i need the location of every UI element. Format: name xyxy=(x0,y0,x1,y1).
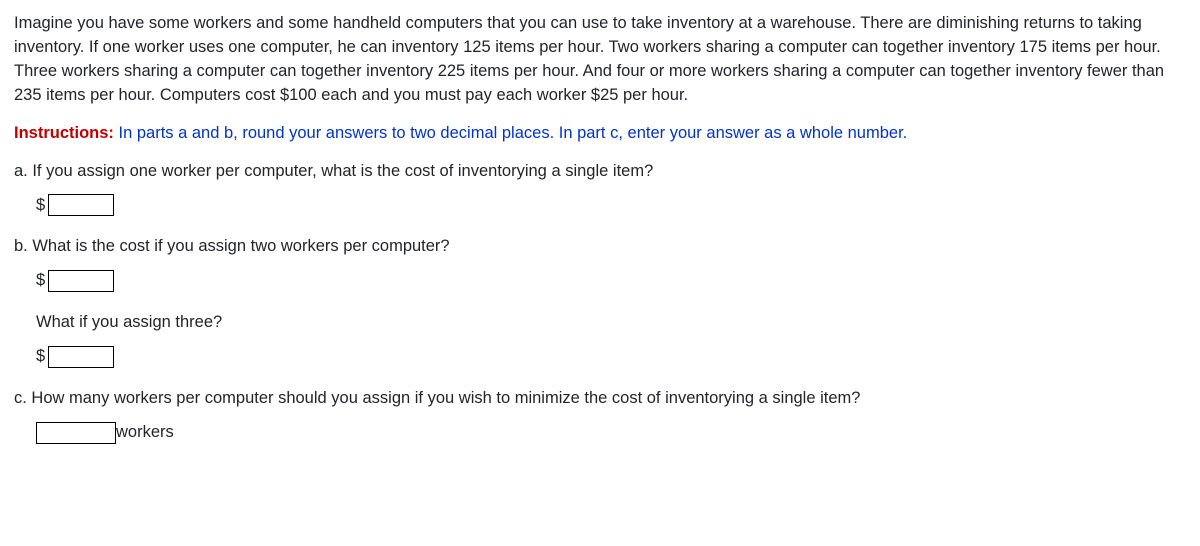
dollar-sign-icon: $ xyxy=(36,269,45,293)
part-b-answer-row-two: $ xyxy=(36,269,1186,293)
part-c-input-workers[interactable] xyxy=(36,422,116,444)
dollar-sign-icon: $ xyxy=(36,345,45,369)
part-b-input-three-workers[interactable] xyxy=(48,346,114,368)
part-c-question: c. How many workers per computer should … xyxy=(14,387,1186,411)
problem-intro-paragraph: Imagine you have some workers and some h… xyxy=(14,12,1186,108)
instructions-text: In parts a and b, round your answers to … xyxy=(114,124,907,142)
instructions-line: Instructions: In parts a and b, round yo… xyxy=(14,122,1186,146)
part-a-question: a. If you assign one worker per computer… xyxy=(14,160,1186,184)
part-b-input-two-workers[interactable] xyxy=(48,270,114,292)
part-a-input[interactable] xyxy=(48,194,114,216)
part-a-answer-row: $ xyxy=(36,194,1186,218)
part-b-question: b. What is the cost if you assign two wo… xyxy=(14,235,1186,259)
part-b-sub-question: What if you assign three? xyxy=(36,311,1186,335)
workers-unit-label: workers xyxy=(116,421,174,445)
dollar-sign-icon: $ xyxy=(36,194,45,218)
part-b-answer-row-three: $ xyxy=(36,345,1186,369)
part-c-answer-row: workers xyxy=(36,421,1186,445)
instructions-label: Instructions: xyxy=(14,124,114,142)
